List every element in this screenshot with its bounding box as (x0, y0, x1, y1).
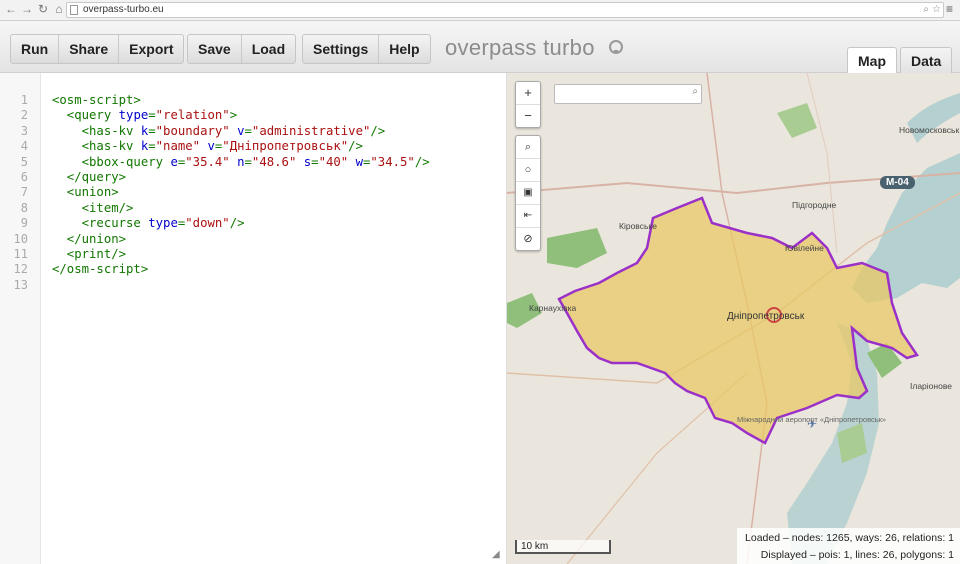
image-icon[interactable]: ▣ (516, 182, 540, 205)
line-number: 12 (13, 262, 28, 277)
toggle-data-icon[interactable]: ⊘ (516, 228, 540, 250)
map-label-karnaukhivka: Карнаухівка (529, 303, 577, 313)
map-label-kirovske: Кіровське (619, 221, 657, 231)
home-icon[interactable]: ⌂ (52, 2, 66, 16)
resize-handle-icon[interactable]: ◢ (492, 549, 502, 560)
help-button-group: Settings Help (302, 34, 431, 64)
address-bar[interactable]: overpass-turbo.eu ⌕ ☆ (66, 2, 944, 18)
code-line: <query type="relation"> (52, 108, 238, 123)
line-number: 13 (13, 277, 28, 292)
line-number: 5 (20, 154, 28, 169)
map-view[interactable]: ✈ Новомосковськ Підгородне Кіровське Юві… (507, 73, 960, 564)
tab-map[interactable]: Map (847, 47, 897, 73)
code-line: <print/> (52, 247, 127, 261)
reload-icon[interactable]: ↻ (36, 2, 50, 16)
zoom-to-data-icon[interactable]: ⇤ (516, 205, 540, 228)
run-button[interactable]: Run (11, 35, 60, 63)
line-number-gutter: 1 2 3 4 5 6 7 8 9 10 11 12 13 (0, 73, 41, 564)
line-number: 2 (20, 108, 28, 123)
code-line: <recurse type="down"/> (52, 216, 245, 231)
map-label-airport: Міжнародний аеропорт «Дніпропетровськ» (737, 415, 887, 424)
zoom-in-button[interactable]: + (516, 82, 540, 105)
code-line: </osm-script> (52, 262, 149, 277)
search-icon[interactable]: ⌕ (923, 3, 929, 17)
code-line: <item/> (52, 200, 134, 215)
line-number: 10 (13, 231, 28, 246)
map-label-pidhorodne: Підгородне (792, 200, 837, 210)
displayed-stats: Displayed – pois: 1, lines: 26, polygons… (760, 549, 954, 561)
storage-button-group: Save Load (187, 34, 297, 64)
zoom-control: + − (515, 81, 541, 128)
search-icon[interactable]: ⌕ (692, 86, 698, 97)
search-icon[interactable]: ⌕ (516, 136, 540, 159)
map-label-yuvileine: Ювілейне (785, 243, 824, 253)
share-button[interactable]: Share (59, 35, 120, 63)
code-line: <union> (52, 185, 119, 200)
line-number: 4 (20, 139, 28, 154)
code-line: </union> (52, 231, 127, 246)
code-line: <has-kv k="name" v="Дніпропетровськ"/> (52, 139, 363, 154)
help-button[interactable]: Help (379, 35, 429, 63)
page-icon (70, 5, 78, 15)
line-number: 7 (20, 185, 28, 200)
logo-icon (609, 40, 623, 54)
load-button[interactable]: Load (242, 35, 295, 63)
map-label-novomoskovsk: Новомосковськ (899, 125, 960, 135)
line-number: 1 (20, 93, 28, 107)
app-title: overpass turbo (445, 35, 595, 60)
scale-bar: 10 km (515, 540, 611, 554)
line-number: 6 (20, 170, 28, 184)
locate-icon[interactable]: ○ (516, 159, 540, 182)
line-number: 11 (13, 247, 28, 261)
forward-icon[interactable]: → (20, 2, 34, 16)
forest-area (547, 228, 607, 268)
tab-data[interactable]: Data (900, 47, 953, 73)
code-line: <osm-script> (52, 93, 141, 107)
road-badge: M-04 (880, 176, 915, 189)
map-tool-control: ⌕ ○ ▣ ⇤ ⊘ (515, 135, 541, 251)
line-number: 9 (20, 216, 28, 231)
menu-icon[interactable]: ≡ (946, 2, 953, 16)
code-line: <has-kv k="boundary" v="administrative"/… (52, 123, 386, 138)
zoom-out-button[interactable]: − (516, 105, 540, 127)
line-number: 3 (20, 123, 28, 138)
code-editor[interactable]: 1 2 3 4 5 6 7 8 9 10 11 12 13 <osm-script> <query ty… (0, 73, 507, 564)
export-button[interactable]: Export (119, 35, 183, 63)
url-text: overpass-turbo.eu (83, 4, 164, 15)
code-line: </query> (52, 170, 127, 184)
back-icon[interactable]: ← (4, 2, 18, 16)
road (806, 73, 838, 254)
map-search-input[interactable]: ⌕ (554, 84, 702, 104)
star-icon[interactable]: ☆ (932, 3, 941, 17)
browser-toolbar: ← → ↻ ⌂ overpass-turbo.eu ⌕ ☆ ≡ (0, 0, 960, 21)
settings-button[interactable]: Settings (303, 35, 380, 63)
forest-area (777, 103, 817, 138)
stats-panel: Loaded – nodes: 1265, ways: 26, relation… (737, 528, 960, 564)
line-number: 8 (20, 200, 28, 215)
file-button-group: Run Share Export (10, 34, 185, 64)
app-toolbar: Run Share Export Save Load Settings Help… (0, 21, 960, 73)
code-line: <bbox-query e="35.4" n="48.6" s="40" w="… (52, 154, 430, 169)
lake-water (907, 93, 960, 143)
save-button[interactable]: Save (188, 35, 242, 63)
map-label-ilarionove: Іларіонове (910, 381, 952, 391)
loaded-stats: Loaded – nodes: 1265, ways: 26, relation… (745, 532, 954, 544)
map-label-city: Дніпропетровськ (727, 311, 805, 322)
